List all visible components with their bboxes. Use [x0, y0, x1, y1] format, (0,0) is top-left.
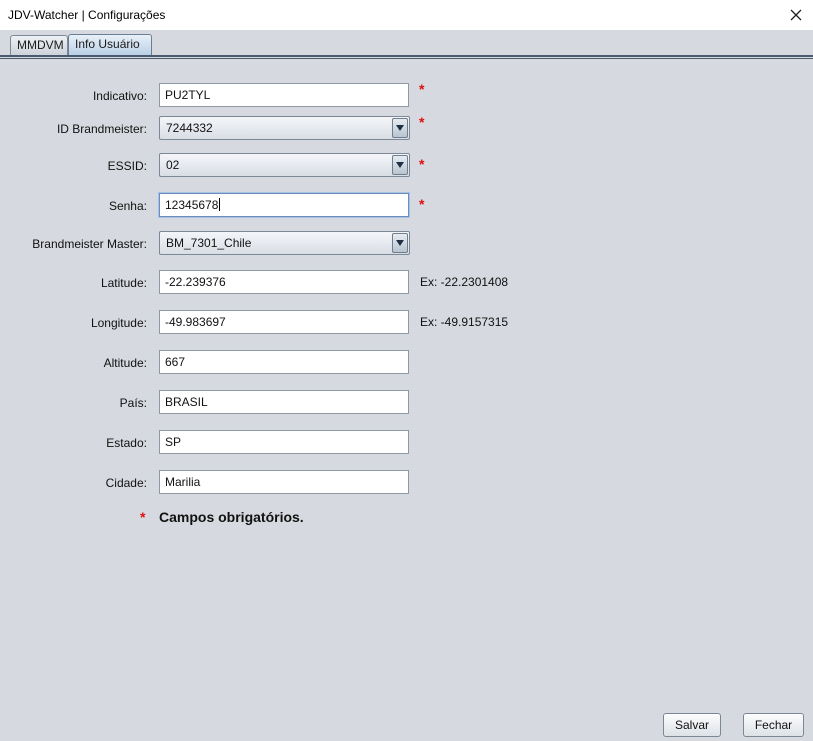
indicativo-label: Indicativo: [92, 89, 147, 103]
essid-required-mark: * [419, 156, 425, 172]
id-brandmeister-combo[interactable]: 7244332 [159, 116, 410, 140]
altitude-field[interactable]: 667 [159, 350, 409, 374]
close-button[interactable]: Fechar [743, 713, 804, 737]
pais-label: País: [119, 396, 147, 410]
essid-combo[interactable]: 02 [159, 153, 410, 177]
title-bar: JDV-Watcher | Configurações [0, 0, 813, 30]
brandmeister-master-label: Brandmeister Master: [32, 237, 147, 251]
latitude-field[interactable]: -22.239376 [159, 270, 409, 294]
essid-value: 02 [166, 158, 180, 172]
save-button[interactable]: Salvar [663, 713, 721, 737]
close-icon [790, 9, 802, 21]
indicativo-field[interactable]: PU2TYL [159, 83, 409, 107]
essid-label: ESSID: [107, 159, 147, 173]
tab-divider [0, 55, 813, 57]
dropdown-arrow-icon[interactable] [392, 233, 408, 253]
text-caret [219, 198, 221, 211]
id-brandmeister-value: 7244332 [166, 121, 213, 135]
altitude-label: Altitude: [103, 356, 147, 370]
required-fields-note: Campos obrigatórios. [159, 509, 304, 525]
tab-divider-secondary [0, 58, 813, 59]
brandmeister-master-combo[interactable]: BM_7301_Chile [159, 231, 410, 255]
cidade-label: Cidade: [105, 476, 147, 490]
longitude-label: Longitude: [90, 316, 147, 330]
id-brandmeister-label: ID Brandmeister: [56, 122, 147, 136]
estado-field[interactable]: SP [159, 430, 409, 454]
tab-mmdvm[interactable]: MMDVM [10, 35, 68, 55]
pais-field[interactable]: BRASIL [159, 390, 409, 414]
dropdown-arrow-icon[interactable] [392, 118, 408, 138]
brandmeister-master-value: BM_7301_Chile [166, 236, 252, 250]
longitude-hint: Ex: -49.9157315 [420, 315, 509, 329]
senha-value: 12345678 [165, 198, 219, 212]
senha-required-mark: * [419, 196, 425, 212]
tab-info-usuario[interactable]: Info Usuário [68, 34, 152, 56]
senha-field[interactable]: 12345678 [159, 193, 409, 217]
senha-label: Senha: [108, 199, 147, 213]
indicativo-required-mark: * [419, 81, 425, 97]
longitude-field[interactable]: -49.983697 [159, 310, 409, 334]
window-title: JDV-Watcher | Configurações [8, 8, 166, 22]
dropdown-arrow-icon[interactable] [392, 155, 408, 175]
required-legend-mark: * [140, 509, 146, 525]
latitude-hint: Ex: -22.2301408 [420, 275, 509, 289]
close-window-button[interactable] [779, 0, 813, 30]
estado-label: Estado: [106, 436, 147, 450]
cidade-field[interactable]: Marilia [159, 470, 409, 494]
latitude-label: Latitude: [100, 276, 147, 290]
id-brandmeister-required-mark: * [419, 114, 425, 130]
